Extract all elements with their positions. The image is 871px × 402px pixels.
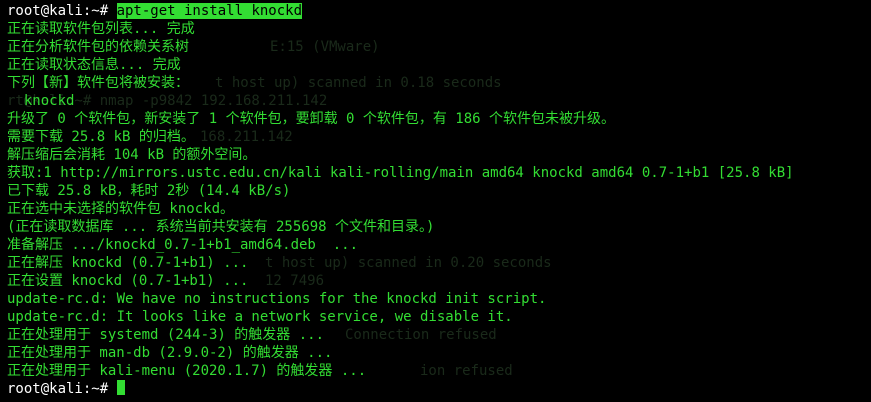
final-prompt-line[interactable]: root@kali:~# (7, 380, 869, 398)
output-line: 下列【新】软件包将被安装： (7, 75, 189, 91)
output-line: 准备解压 .../knockd_0.7-1+b1_amd64.deb ... (7, 237, 359, 253)
output-line: 升级了 0 个软件包，新安装了 1 个软件包，要卸载 0 个软件包，有 186 … (7, 111, 615, 127)
selected-command[interactable]: apt-get install knockd (116, 3, 303, 19)
shell-prompt: root@kali:~# (7, 381, 117, 397)
shell-prompt: root@kali:~# (7, 3, 117, 19)
terminal-window[interactable]: E:15 (VMware) t host up) scanned in 0.18… (0, 0, 871, 402)
output-line: 正在读取软件包列表... 完成 (7, 21, 195, 37)
output-line: 正在处理用于 systemd (244-3) 的触发器 ... (7, 327, 325, 343)
output-line: 获取:1 http://mirrors.ustc.edu.cn/kali kal… (7, 165, 794, 181)
command-line: root@kali:~# apt-get install knockd (7, 2, 869, 20)
text-cursor (116, 380, 125, 395)
output-line: 正在读取状态信息... 完成 (7, 57, 181, 73)
output-line: update-rc.d: It looks like a network ser… (7, 309, 513, 325)
output-line: 正在分析软件包的依赖关系树 (7, 39, 189, 55)
output-line: 正在选中未选择的软件包 knockd。 (7, 201, 235, 217)
output-line: 解压缩后会消耗 104 kB 的额外空间。 (7, 147, 257, 163)
output-line: knockd (7, 93, 75, 109)
output-line: 正在处理用于 man-db (2.9.0-2) 的触发器 ... (7, 345, 333, 361)
output-line: 正在处理用于 kali-menu (2020.1.7) 的触发器 ... (7, 363, 367, 379)
output-line: 需要下载 25.8 kB 的归档。 (7, 129, 195, 145)
output-line: update-rc.d: We have no instructions for… (7, 291, 547, 307)
output-line: 已下载 25.8 kB，耗时 2秒 (14.4 kB/s) (7, 183, 291, 199)
output-line: 正在设置 knockd (0.7-1+b1) ... (7, 273, 249, 289)
terminal-output: root@kali:~# apt-get install knockd 正在读取… (7, 2, 869, 398)
output-line: 正在解压 knockd (0.7-1+b1) ... (7, 255, 249, 271)
output-line: (正在读取数据库 ... 系统当前共安装有 255698 个文件和目录。) (7, 219, 435, 235)
